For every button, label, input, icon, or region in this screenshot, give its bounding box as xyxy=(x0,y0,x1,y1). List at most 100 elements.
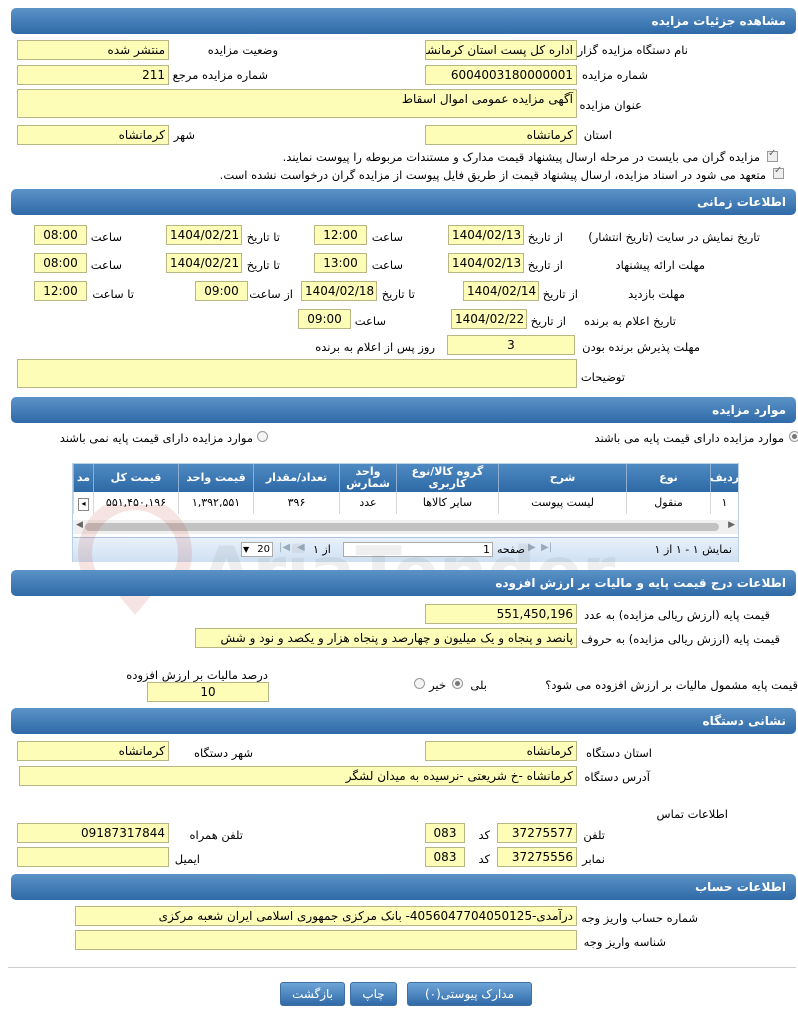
table-row[interactable]: ۱ منقول لیست پیوست سایر کالاها عدد ۳۹۶ ۱… xyxy=(73,492,738,514)
last-page-icon[interactable]: |◀ xyxy=(279,542,290,553)
display-from-time-label: ساعت xyxy=(371,230,403,244)
fax-code-field[interactable]: 083 xyxy=(425,847,465,867)
scroll-thumb[interactable] xyxy=(85,523,719,531)
col-qty[interactable]: تعداد/مقدار xyxy=(253,464,339,492)
col-row[interactable]: ردیف xyxy=(710,464,739,492)
visit-to-time-field[interactable]: 12:00 xyxy=(34,281,87,301)
offer-from-time-field[interactable]: 13:00 xyxy=(314,253,367,273)
title-field[interactable]: آگهی مزایده عمومی اموال اسقاط xyxy=(17,89,577,118)
vat-percent-label: درصد مالیات بر ارزش افزوده xyxy=(126,668,268,682)
accept-suffix: روز پس از اعلام به برنده xyxy=(315,340,435,354)
attach-docs-checkbox[interactable] xyxy=(767,148,778,162)
scroll-right-icon[interactable]: ▶ xyxy=(728,520,735,530)
col-unit-price[interactable]: قیمت واحد xyxy=(178,464,253,492)
row-action-icon[interactable]: ◂ xyxy=(78,498,89,511)
ref-number-field[interactable]: 211 xyxy=(17,65,169,85)
vat-no-radio[interactable] xyxy=(414,678,425,689)
city-label: شهر xyxy=(173,128,195,142)
no-file-text: متعهد می شود در اسناد مزایده، ارسال پیشن… xyxy=(219,168,766,182)
mobile-label: تلفن همراه xyxy=(189,828,243,842)
page-input[interactable]: 1 xyxy=(343,542,493,557)
base-num-field[interactable]: 551,450,196 xyxy=(425,604,577,624)
announce-time-label: ساعت xyxy=(354,314,386,328)
display-to-time-field[interactable]: 08:00 xyxy=(34,225,87,245)
account-number-label: شماره حساب واریز وجه xyxy=(581,911,698,925)
scroll-left-icon[interactable]: ◀ xyxy=(76,520,83,530)
col-total[interactable]: قیمت کل xyxy=(93,464,178,492)
display-from-label: از تاریخ xyxy=(527,230,563,244)
attachments-button[interactable]: مدارک پیوستی(۰) xyxy=(407,982,532,1006)
back-button[interactable]: بازگشت xyxy=(280,982,345,1006)
pager-info: نمایش ۱ - ۱ از ۱ xyxy=(654,543,732,556)
col-group[interactable]: گروه کالا/نوع کاربری xyxy=(396,464,498,492)
col-extra[interactable]: مد xyxy=(73,464,93,492)
items-grid: ردیف نوع شرح گروه کالا/نوع کاربری واحد ش… xyxy=(72,463,739,562)
offer-from-field[interactable]: 1404/02/13 xyxy=(448,253,524,273)
org-name-field[interactable]: اداره کل پست استان کرمانشاه xyxy=(425,40,577,60)
announce-time-field[interactable]: 09:00 xyxy=(298,309,351,329)
offer-to-field[interactable]: 1404/02/21 xyxy=(166,253,242,273)
accept-field[interactable]: 3 xyxy=(447,335,575,355)
fax-field[interactable]: 37275556 xyxy=(497,847,577,867)
cell-type: منقول xyxy=(626,492,710,514)
auction-number-field[interactable]: 6004003180000001 xyxy=(425,65,577,85)
display-from-field[interactable]: 1404/02/13 xyxy=(448,225,524,245)
col-desc[interactable]: شرح xyxy=(498,464,626,492)
section-header-account: اطلاعات حساب xyxy=(11,874,796,900)
cell-row: ۱ xyxy=(710,492,738,514)
horizontal-scrollbar[interactable]: ◀ ▶ xyxy=(73,520,738,534)
first-page-icon[interactable]: ▶| xyxy=(541,542,552,553)
section-header-details: مشاهده جزئیات مزایده xyxy=(11,8,796,34)
with-base-price-radio[interactable] xyxy=(789,431,798,442)
desc-field[interactable] xyxy=(17,359,577,388)
fax-label: نمابر xyxy=(582,852,605,866)
divider xyxy=(8,967,796,968)
mobile-field[interactable]: 09187317844 xyxy=(17,823,169,843)
offer-to-time-field[interactable]: 08:00 xyxy=(34,253,87,273)
no-file-checkbox[interactable] xyxy=(773,165,784,179)
city-field[interactable]: کرمانشاه xyxy=(17,125,169,145)
province-field[interactable]: کرمانشاه xyxy=(425,125,577,145)
payment-id-label: شناسه واریز وجه xyxy=(583,935,666,949)
vat-yes-label: بلی xyxy=(470,678,487,692)
province-label: استان xyxy=(583,128,612,142)
visit-to-field[interactable]: 1404/02/18 xyxy=(301,281,377,301)
page-size-select[interactable]: 20 ▼ xyxy=(241,542,273,557)
org-address-field[interactable]: کرمانشاه -خ شریعتی -نرسیده به میدان لشگر xyxy=(19,766,577,786)
title-label: عنوان مزایده xyxy=(579,98,642,112)
auction-number-label: شماره مزایده xyxy=(582,68,648,82)
status-field[interactable]: منتشر شده xyxy=(17,40,169,60)
org-city-field[interactable]: کرمانشاه xyxy=(17,741,169,761)
display-to-field[interactable]: 1404/02/21 xyxy=(166,225,242,245)
vat-percent-field[interactable]: 10 xyxy=(147,682,269,702)
contact-info-label: اطلاعات تماس xyxy=(656,807,728,821)
visit-from-field[interactable]: 1404/02/14 xyxy=(463,281,539,301)
email-field[interactable] xyxy=(17,847,169,867)
col-type[interactable]: نوع xyxy=(626,464,710,492)
without-base-price-radio[interactable] xyxy=(257,431,268,442)
display-date-label: تاریخ نمایش در سایت (تاریخ انتشار) xyxy=(588,230,760,244)
announce-from-field[interactable]: 1404/02/22 xyxy=(451,309,527,329)
visit-from-time-field[interactable]: 09:00 xyxy=(195,281,248,301)
cell-desc: لیست پیوست xyxy=(498,492,626,514)
phone-code-field[interactable]: 083 xyxy=(425,823,465,843)
phone-field[interactable]: 37275577 xyxy=(497,823,577,843)
display-from-time-field[interactable]: 12:00 xyxy=(314,225,367,245)
vat-yes-radio[interactable] xyxy=(452,678,463,689)
visit-from-label: از تاریخ xyxy=(542,287,578,301)
visit-from-time-label: از ساعت xyxy=(249,287,293,301)
prev-page-icon[interactable]: ▶ xyxy=(528,542,536,553)
account-number-field[interactable]: درآمدی-405604770405012‌5- بانک مرکزی جمه… xyxy=(75,906,577,926)
vat-question: قیمت پایه مشمول مالیات بر ارزش افزوده می… xyxy=(545,678,798,692)
cell-group: سایر کالاها xyxy=(396,492,498,514)
next-page-icon[interactable]: ◀ xyxy=(297,542,305,553)
offer-to-time-label: ساعت xyxy=(90,258,122,272)
org-province-field[interactable]: کرمانشاه xyxy=(425,741,577,761)
base-words-field[interactable]: پانصد و پنجاه و یک میلیون و چهارصد و پنج… xyxy=(195,628,577,648)
cell-total: ۵۵۱,۴۵۰,۱۹۶ xyxy=(93,492,178,514)
print-button[interactable]: چاپ xyxy=(350,982,397,1006)
org-city-label: شهر دستگاه xyxy=(193,746,253,760)
col-unit[interactable]: واحد شمارش xyxy=(339,464,396,492)
payment-id-field[interactable] xyxy=(75,930,577,950)
display-to-label: تا تاریخ xyxy=(246,230,280,244)
